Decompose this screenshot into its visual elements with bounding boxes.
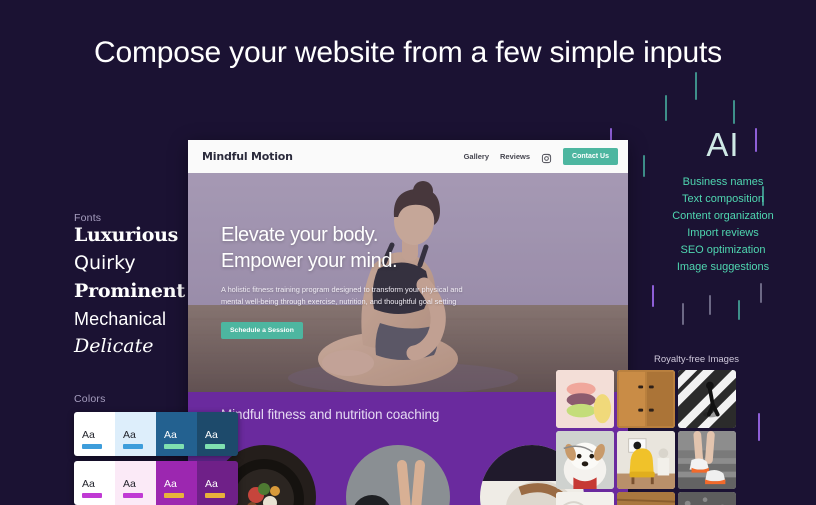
ai-item-content-organization[interactable]: Content organization [630, 208, 816, 225]
ai-item-seo-optimization[interactable]: SEO optimization [630, 242, 816, 259]
decor-tick-7 [652, 285, 654, 307]
decor-tick-9 [709, 295, 711, 315]
circle-image-barbell[interactable] [346, 445, 450, 505]
swatch-sample-text: Aa [123, 429, 136, 441]
ai-title: AI [706, 126, 740, 163]
decor-tick-1 [665, 95, 667, 121]
macarons-photo [556, 370, 614, 428]
decor-tick-11 [760, 283, 762, 303]
page-root: Compose your website from a few simple i… [0, 0, 816, 505]
thumbnail-4[interactable] [617, 431, 675, 489]
page-title: Compose your website from a few simple i… [94, 36, 722, 69]
decor-tick-10 [738, 300, 740, 320]
swatch-accent-bar [164, 444, 184, 449]
thumbnail-1[interactable] [617, 370, 675, 428]
font-option-prominent[interactable]: Prominent [74, 282, 194, 301]
instagram-icon[interactable] [541, 151, 552, 164]
swatch-accent-bar [164, 493, 184, 498]
ai-item-import-reviews[interactable]: Import reviews [630, 225, 816, 242]
swatch-blue-3[interactable]: Aa [197, 412, 238, 456]
decor-tick-8 [682, 303, 684, 325]
hero-subtext: A holistic fitness training program desi… [221, 285, 463, 307]
color-palette-blue[interactable]: Aa Aa Aa Aa [74, 412, 238, 456]
swatch-accent-bar [123, 493, 143, 498]
barbell-lift-photo [346, 445, 450, 505]
yellow-armchair-photo [617, 431, 675, 489]
nav-link-gallery[interactable]: Gallery [464, 152, 489, 161]
hero-copy: Elevate your body. Empower your mind. A … [221, 223, 483, 339]
swatch-sample-text: Aa [164, 429, 177, 441]
decor-tick-0 [695, 72, 697, 100]
schedule-session-button[interactable]: Schedule a Session [221, 321, 303, 339]
dog-photo [556, 431, 614, 489]
navbar-right: Gallery Reviews Contact Us [464, 148, 618, 165]
swatch-purple-1[interactable]: Aa [115, 461, 156, 505]
font-option-luxurious[interactable]: Luxurious [74, 226, 194, 245]
hero-heading-line1: Elevate your body. [221, 224, 378, 246]
swatch-sample-text: Aa [123, 478, 136, 490]
swatch-blue-2[interactable]: Aa [156, 412, 197, 456]
font-option-delicate[interactable]: Delicate [74, 337, 194, 356]
swatch-accent-bar [205, 444, 225, 449]
swatch-purple-3[interactable]: Aa [197, 461, 238, 505]
ai-panel: AI Business names Text composition Conte… [630, 128, 816, 276]
white-fabric-photo [556, 492, 614, 505]
decor-tick-2 [733, 100, 735, 124]
tagline-text: Mindful fitness and nutrition coaching [221, 406, 440, 422]
swatch-sample-text: Aa [164, 478, 177, 490]
site-logo[interactable]: Mindful Motion [202, 150, 293, 163]
swatch-purple-2[interactable]: Aa [156, 461, 197, 505]
swatch-accent-bar [123, 444, 143, 449]
hero-section: Elevate your body. Empower your mind. A … [188, 173, 628, 392]
gravel-texture-photo [678, 492, 736, 505]
crosswalk-photo [678, 370, 736, 428]
hero-heading-line2: Empower your mind. [221, 249, 398, 272]
swatch-purple-0[interactable]: Aa [74, 461, 115, 505]
preview-navbar: Mindful Motion Gallery Reviews Contact U… [188, 140, 628, 173]
thumbnail-6[interactable] [556, 492, 614, 505]
fonts-panel-label: Fonts [74, 212, 102, 224]
wooden-cabinet-photo [617, 370, 675, 428]
swatch-accent-bar [82, 444, 102, 449]
decor-tick-12 [758, 413, 760, 441]
font-option-mechanical[interactable]: Mechanical [74, 310, 194, 328]
nav-link-reviews[interactable]: Reviews [500, 152, 530, 161]
colors-panel-label: Colors [74, 393, 106, 405]
hero-heading: Elevate your body. Empower your mind. [221, 223, 483, 274]
wood-texture-photo [617, 492, 675, 505]
image-thumbnail-grid [556, 370, 742, 505]
thumbnail-0[interactable] [556, 370, 614, 428]
ai-item-text-composition[interactable]: Text composition [630, 191, 816, 208]
thumbnail-5[interactable] [678, 431, 736, 489]
swatch-accent-bar [205, 493, 225, 498]
royalty-free-images-label: Royalty-free Images [654, 354, 740, 365]
swatch-sample-text: Aa [205, 429, 218, 441]
ai-item-business-names[interactable]: Business names [630, 174, 816, 191]
swatch-sample-text: Aa [82, 478, 95, 490]
font-option-quirky[interactable]: Quirky [74, 254, 194, 273]
ai-feature-list: Business names Text composition Content … [630, 174, 816, 276]
fonts-list: Luxurious Quirky Prominent Mechanical De… [74, 226, 194, 365]
swatch-blue-1[interactable]: Aa [115, 412, 156, 456]
thumbnail-3[interactable] [556, 431, 614, 489]
thumbnail-8[interactable] [678, 492, 736, 505]
contact-us-button[interactable]: Contact Us [563, 148, 618, 165]
thumbnail-7[interactable] [617, 492, 675, 505]
thumbnail-2[interactable] [678, 370, 736, 428]
running-shoes-photo [678, 431, 736, 489]
swatch-blue-0[interactable]: Aa [74, 412, 115, 456]
swatch-sample-text: Aa [205, 478, 218, 490]
swatch-sample-text: Aa [82, 429, 95, 441]
ai-item-image-suggestions[interactable]: Image suggestions [630, 259, 816, 276]
color-palette-purple[interactable]: Aa Aa Aa Aa [74, 461, 238, 505]
swatch-accent-bar [82, 493, 102, 498]
